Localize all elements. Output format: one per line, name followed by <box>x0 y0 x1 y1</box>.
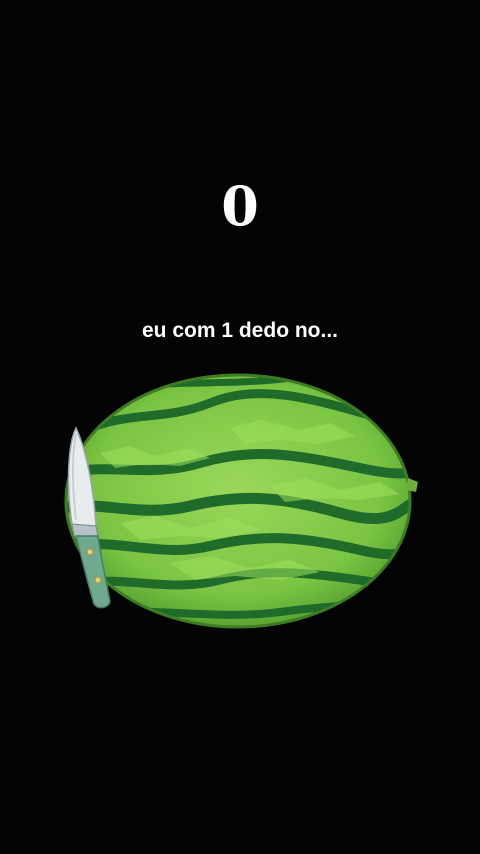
knife-icon[interactable] <box>58 424 128 614</box>
game-screen[interactable]: 0 eu com 1 dedo no... <box>0 0 480 854</box>
caption-text: eu com 1 dedo no... <box>141 319 339 342</box>
score-counter: 0 <box>221 174 259 238</box>
